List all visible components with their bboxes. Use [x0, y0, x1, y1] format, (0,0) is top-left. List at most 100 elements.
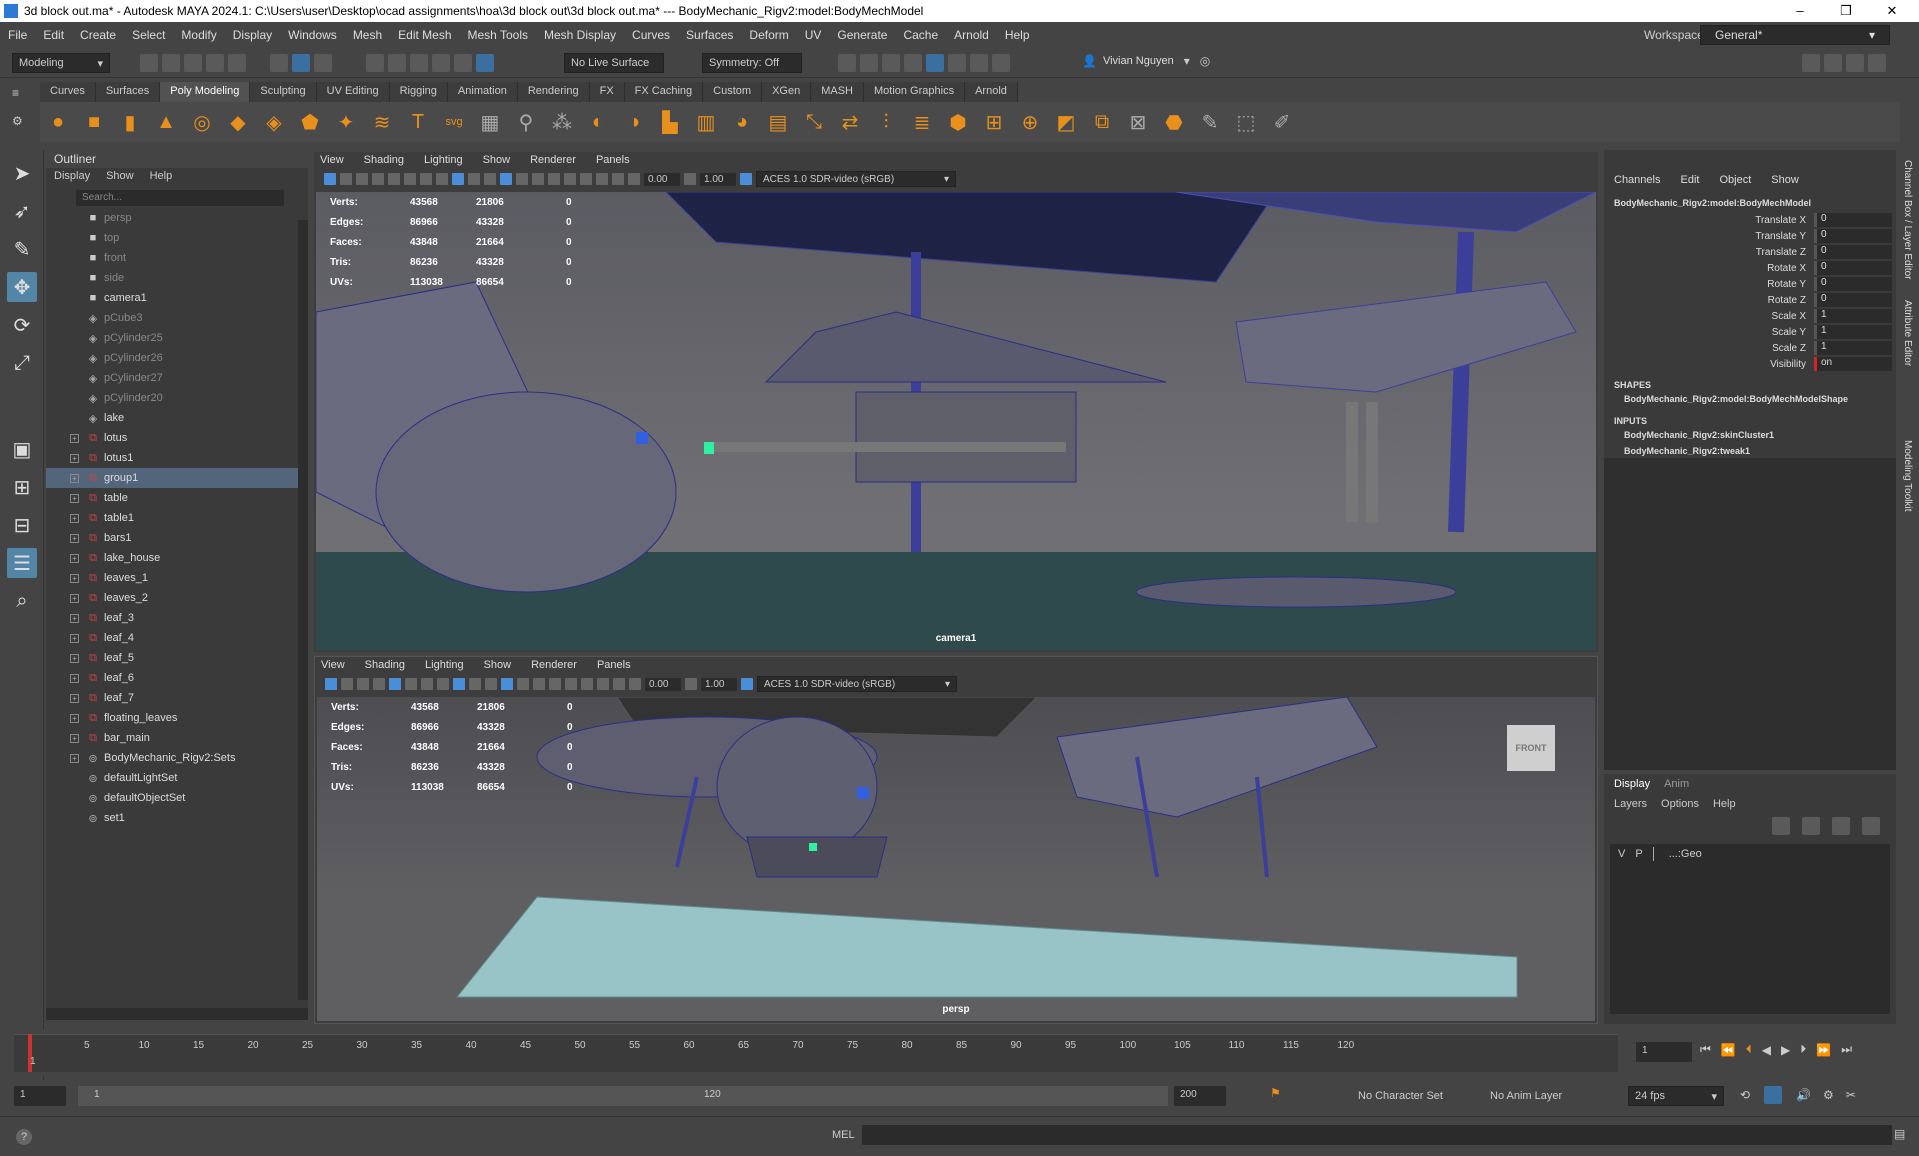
viewport-menu-show[interactable]: Show	[484, 659, 512, 673]
append-icon[interactable]: ⤡	[801, 109, 827, 135]
channel-attr-value[interactable]: 0	[1814, 213, 1892, 227]
viewport-menu-view[interactable]: View	[320, 154, 344, 168]
viewport-menu-lighting[interactable]: Lighting	[424, 154, 463, 168]
poly-cylinder-icon[interactable]: ▮	[117, 109, 143, 135]
extrude-icon[interactable]: ▙	[657, 109, 683, 135]
side-tab-attribute-editor[interactable]: Attribute Editor	[1902, 300, 1913, 430]
redo-icon[interactable]	[228, 54, 246, 72]
anti-aliasing-icon[interactable]	[564, 173, 576, 185]
outliner-item[interactable]: ◈ pCylinder26	[46, 348, 308, 368]
wireframe-icon[interactable]	[452, 173, 464, 185]
layer-color-swatch[interactable]	[1652, 847, 1659, 861]
outliner-menu-display[interactable]: Display	[54, 170, 90, 184]
bridge-icon[interactable]: ▥	[693, 109, 719, 135]
outliner-item[interactable]: ◈ pCylinder25	[46, 328, 308, 348]
render-setup-icon[interactable]	[948, 54, 966, 72]
resolution-gate-icon[interactable]	[421, 678, 433, 690]
channel-attr-value[interactable]: 0	[1814, 229, 1892, 243]
shelf-tab-rigging[interactable]: Rigging	[389, 82, 448, 102]
input-node[interactable]: BodyMechanic_Rigv2:skinCluster1	[1604, 428, 1896, 444]
outliner-menu-show[interactable]: Show	[106, 170, 134, 184]
poly-cube-icon[interactable]: ■	[81, 109, 107, 135]
layer-menu-help[interactable]: Help	[1713, 798, 1736, 810]
image-plane-icon[interactable]	[372, 173, 384, 185]
paint-icon[interactable]: ✐	[1269, 109, 1295, 135]
channel-attr-row[interactable]: Scale X1	[1604, 308, 1896, 324]
bookmark-icon[interactable]	[356, 173, 368, 185]
outliner-item[interactable]: ◈ pCylinder27	[46, 368, 308, 388]
channel-attr-row[interactable]: Translate Z0	[1604, 244, 1896, 260]
shelf-tab-sculpting[interactable]: Sculpting	[250, 82, 317, 102]
outliner-item[interactable]: + ⧉ leaves_2	[46, 588, 308, 608]
outliner-item[interactable]: ■ camera1	[46, 288, 308, 308]
expand-icon[interactable]: +	[70, 513, 79, 523]
outliner-item[interactable]: ■ top	[46, 228, 308, 248]
expand-icon[interactable]: +	[70, 613, 79, 623]
grid-icon[interactable]	[389, 678, 401, 690]
maximize-icon[interactable]: ❐	[1826, 0, 1866, 22]
channel-attr-name[interactable]: Scale Z	[1604, 343, 1814, 354]
save-scene-icon[interactable]	[184, 54, 202, 72]
sweep-mesh-icon[interactable]: ≋	[369, 109, 395, 135]
user-name[interactable]: Vivian Nguyen	[1103, 55, 1174, 67]
grid-icon[interactable]	[388, 173, 400, 185]
viewport-menu-renderer[interactable]: Renderer	[531, 659, 577, 673]
xray-icon[interactable]	[596, 173, 608, 185]
outliner-item[interactable]: + ⧉ lotus1	[46, 448, 308, 468]
side-tab-modeling-toolkit[interactable]: Modeling Toolkit	[1902, 440, 1913, 570]
outliner-menu-help[interactable]: Help	[150, 170, 173, 184]
channel-attr-row[interactable]: Visibility on	[1604, 356, 1896, 372]
attribute-editor-icon[interactable]	[1824, 54, 1842, 72]
color-management-icon[interactable]	[741, 678, 753, 690]
move-layer-up-icon[interactable]	[1772, 817, 1790, 835]
shelf-tab-xgen[interactable]: XGen	[762, 82, 812, 102]
expand-icon[interactable]: +	[70, 653, 79, 663]
expand-icon[interactable]: +	[70, 493, 79, 503]
layer-tab-display[interactable]: Display	[1614, 778, 1650, 790]
exposure-field[interactable]: 0.00	[645, 677, 681, 691]
menu-help[interactable]: Help	[997, 28, 1038, 42]
expand-icon[interactable]: +	[70, 733, 79, 743]
expand-icon[interactable]: +	[70, 573, 79, 583]
render-frame-icon[interactable]	[860, 54, 878, 72]
side-tab-channel-box[interactable]: Channel Box / Layer Editor	[1902, 160, 1913, 290]
shelf-tab-rendering[interactable]: Rendering	[517, 82, 590, 102]
outliner-item[interactable]: ■ persp	[46, 208, 308, 228]
mirror-icon[interactable]: ⇄	[837, 109, 863, 135]
command-input[interactable]	[862, 1125, 1892, 1145]
channel-attr-row[interactable]: Scale Z1	[1604, 340, 1896, 356]
shelf-tab-uv-editing[interactable]: UV Editing	[316, 82, 390, 102]
exposure-icon[interactable]	[628, 173, 640, 185]
move-tool-icon[interactable]: ✥	[7, 272, 37, 302]
play-backwards-icon[interactable]: ◀	[1762, 1043, 1771, 1057]
go-to-end-icon[interactable]: ⏭	[1841, 1042, 1852, 1057]
channel-attr-value[interactable]: on	[1814, 357, 1892, 371]
sound-icon[interactable]: 🔊	[1796, 1088, 1811, 1102]
isolate-select-icon[interactable]	[581, 678, 593, 690]
expand-icon[interactable]: +	[70, 593, 79, 603]
menu-curves[interactable]: Curves	[624, 28, 678, 42]
outliner-item[interactable]: + ⧉ floating_leaves	[46, 708, 308, 728]
target-weld-icon[interactable]: ⊞	[981, 109, 1007, 135]
xray-icon[interactable]	[597, 678, 609, 690]
step-back-key-icon[interactable]: ⏴	[1746, 1042, 1752, 1057]
cache-playback-icon[interactable]	[1764, 1086, 1783, 1104]
viewport-menu-panels[interactable]: Panels	[596, 154, 630, 168]
viewport-menu-shading[interactable]: Shading	[365, 659, 405, 673]
menu-set-dropdown[interactable]: Modeling ▾	[12, 53, 110, 73]
channel-attr-name[interactable]: Translate Y	[1604, 231, 1814, 242]
outliner-item[interactable]: + ⧉ table	[46, 488, 308, 508]
layer-playback-toggle[interactable]: P	[1635, 848, 1642, 860]
planar-uv-icon[interactable]: ⊠	[1125, 109, 1151, 135]
undo-icon[interactable]	[206, 54, 224, 72]
search-icon[interactable]: ⌕	[7, 586, 37, 616]
channel-attr-row[interactable]: Rotate Y0	[1604, 276, 1896, 292]
snap-live-icon[interactable]	[476, 54, 494, 72]
type-tool-icon[interactable]: T	[405, 109, 431, 135]
smooth-shade-icon[interactable]	[468, 173, 480, 185]
textured-icon[interactable]	[484, 173, 496, 185]
shelf-tab-motion-graphics[interactable]: Motion Graphics	[863, 82, 966, 102]
channel-attr-name[interactable]: Rotate Z	[1604, 295, 1814, 306]
channel-attr-name[interactable]: Scale Y	[1604, 327, 1814, 338]
channel-attr-name[interactable]: Rotate Y	[1604, 279, 1814, 290]
